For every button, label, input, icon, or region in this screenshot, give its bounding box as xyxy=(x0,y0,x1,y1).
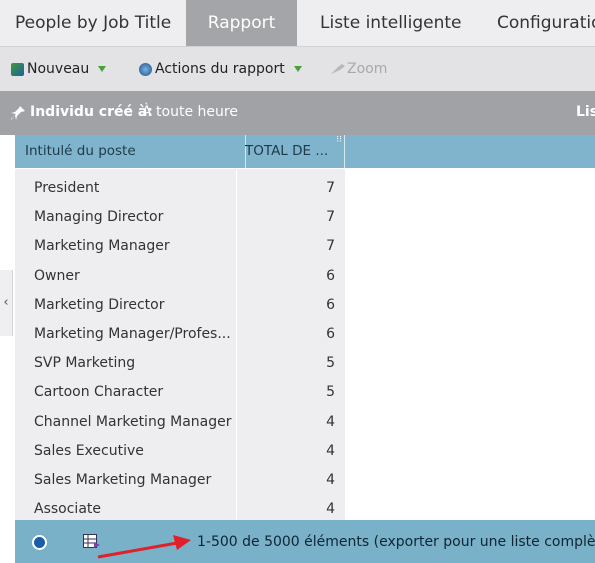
cell-job-title: Sales Marketing Manager xyxy=(34,472,212,488)
new-button[interactable]: Nouveau xyxy=(11,61,107,77)
cell-total: 5 xyxy=(326,384,335,401)
empty-grid-area xyxy=(346,169,595,520)
tab-configuration[interactable]: Configuration xyxy=(497,0,595,46)
pagination-text: 1-500 de 5000 éléments (exporter pour un… xyxy=(197,534,595,550)
cell-total: 6 xyxy=(326,326,335,342)
zoom-label: Zoom xyxy=(347,61,388,77)
column-menu-icon[interactable]: ⁝⁝ xyxy=(336,136,342,145)
table-row[interactable]: Marketing Manager 7 xyxy=(15,230,345,259)
column-header-total[interactable]: TOTAL DE ... ⁝⁝ xyxy=(236,135,345,168)
cell-job-title: Managing Director xyxy=(34,209,164,226)
tab-rapport[interactable]: Rapport xyxy=(186,0,297,46)
pin-icon xyxy=(11,106,25,120)
table-row[interactable]: Associate 4 xyxy=(15,493,345,522)
report-actions-icon xyxy=(139,62,152,76)
cell-job-title: President xyxy=(34,180,100,196)
cell-job-title: Sales Executive xyxy=(34,442,144,459)
table-row[interactable]: Sales Executive 4 xyxy=(15,435,345,464)
table-row[interactable]: Cartoon Character 5 xyxy=(15,376,345,405)
table-header: Intitulé du poste TOTAL DE ... ⁝⁝ xyxy=(15,135,595,169)
cell-total: 4 xyxy=(326,413,335,430)
column-header-total-label: TOTAL DE ... xyxy=(245,143,329,159)
cell-total: 4 xyxy=(326,472,335,488)
table-row[interactable]: Marketing Director 6 xyxy=(15,289,345,318)
column-header-job-title[interactable]: Intitulé du poste xyxy=(15,135,246,168)
tab-people-by-job-title[interactable]: People by Job Title xyxy=(15,0,171,46)
report-actions-button[interactable]: Actions du rapport xyxy=(139,61,302,77)
filter-label[interactable]: Individu créé à: xyxy=(30,104,153,120)
cell-total: 7 xyxy=(326,180,335,196)
filter-bar: Individu créé à: À toute heure Lis xyxy=(0,91,595,135)
cell-total: 5 xyxy=(326,355,335,372)
zoom-button[interactable]: Zoom xyxy=(330,61,387,77)
tab-bar: People by Job Title Rapport Liste intell… xyxy=(0,0,595,46)
zoom-icon xyxy=(331,64,345,74)
tab-liste-intelligente[interactable]: Liste intelligente xyxy=(320,0,462,46)
table-row[interactable]: Managing Director 7 xyxy=(15,201,345,230)
cell-job-title: Marketing Manager xyxy=(34,238,170,255)
cell-total: 6 xyxy=(326,296,335,313)
chevron-left-icon: ‹ xyxy=(3,295,9,310)
table-row[interactable]: Marketing Manager/Profes... 6 xyxy=(15,318,345,347)
filter-value[interactable]: À toute heure xyxy=(142,104,238,120)
cell-job-title: Marketing Manager/Profes... xyxy=(34,326,231,342)
table-row[interactable]: President 7 xyxy=(15,172,345,201)
cell-job-title: Marketing Director xyxy=(34,296,165,313)
cell-job-title: Associate xyxy=(34,501,101,518)
cell-total: 7 xyxy=(326,209,335,226)
cell-total: 6 xyxy=(326,267,335,284)
annotation-arrow-icon xyxy=(97,535,191,559)
new-icon xyxy=(11,62,24,76)
table-body: President 7 Managing Director 7 Marketing Ma… xyxy=(15,169,345,520)
collapse-panel-button[interactable]: ‹ xyxy=(0,270,13,336)
dropdown-arrow-icon xyxy=(98,66,107,72)
cell-job-title: SVP Marketing xyxy=(34,355,136,372)
dropdown-arrow-icon xyxy=(293,66,302,72)
filter-right-text[interactable]: Lis xyxy=(576,104,595,120)
table-row[interactable]: Channel Marketing Manager 4 xyxy=(15,406,345,435)
table-row[interactable]: Sales Marketing Manager 4 xyxy=(15,464,345,493)
toolbar: Nouveau Actions du rapport Zoom xyxy=(0,46,595,91)
cell-job-title: Channel Marketing Manager xyxy=(34,413,232,430)
cell-total: 4 xyxy=(326,501,335,518)
table-row[interactable]: Owner 6 xyxy=(15,260,345,289)
table-row[interactable]: SVP Marketing 5 xyxy=(15,347,345,376)
cell-job-title: Cartoon Character xyxy=(34,384,164,401)
cell-total: 7 xyxy=(326,238,335,255)
report-actions-label: Actions du rapport xyxy=(155,61,285,77)
cell-total: 4 xyxy=(326,442,335,459)
cell-job-title: Owner xyxy=(34,267,80,284)
refresh-icon[interactable] xyxy=(32,535,47,550)
new-button-label: Nouveau xyxy=(27,61,90,77)
